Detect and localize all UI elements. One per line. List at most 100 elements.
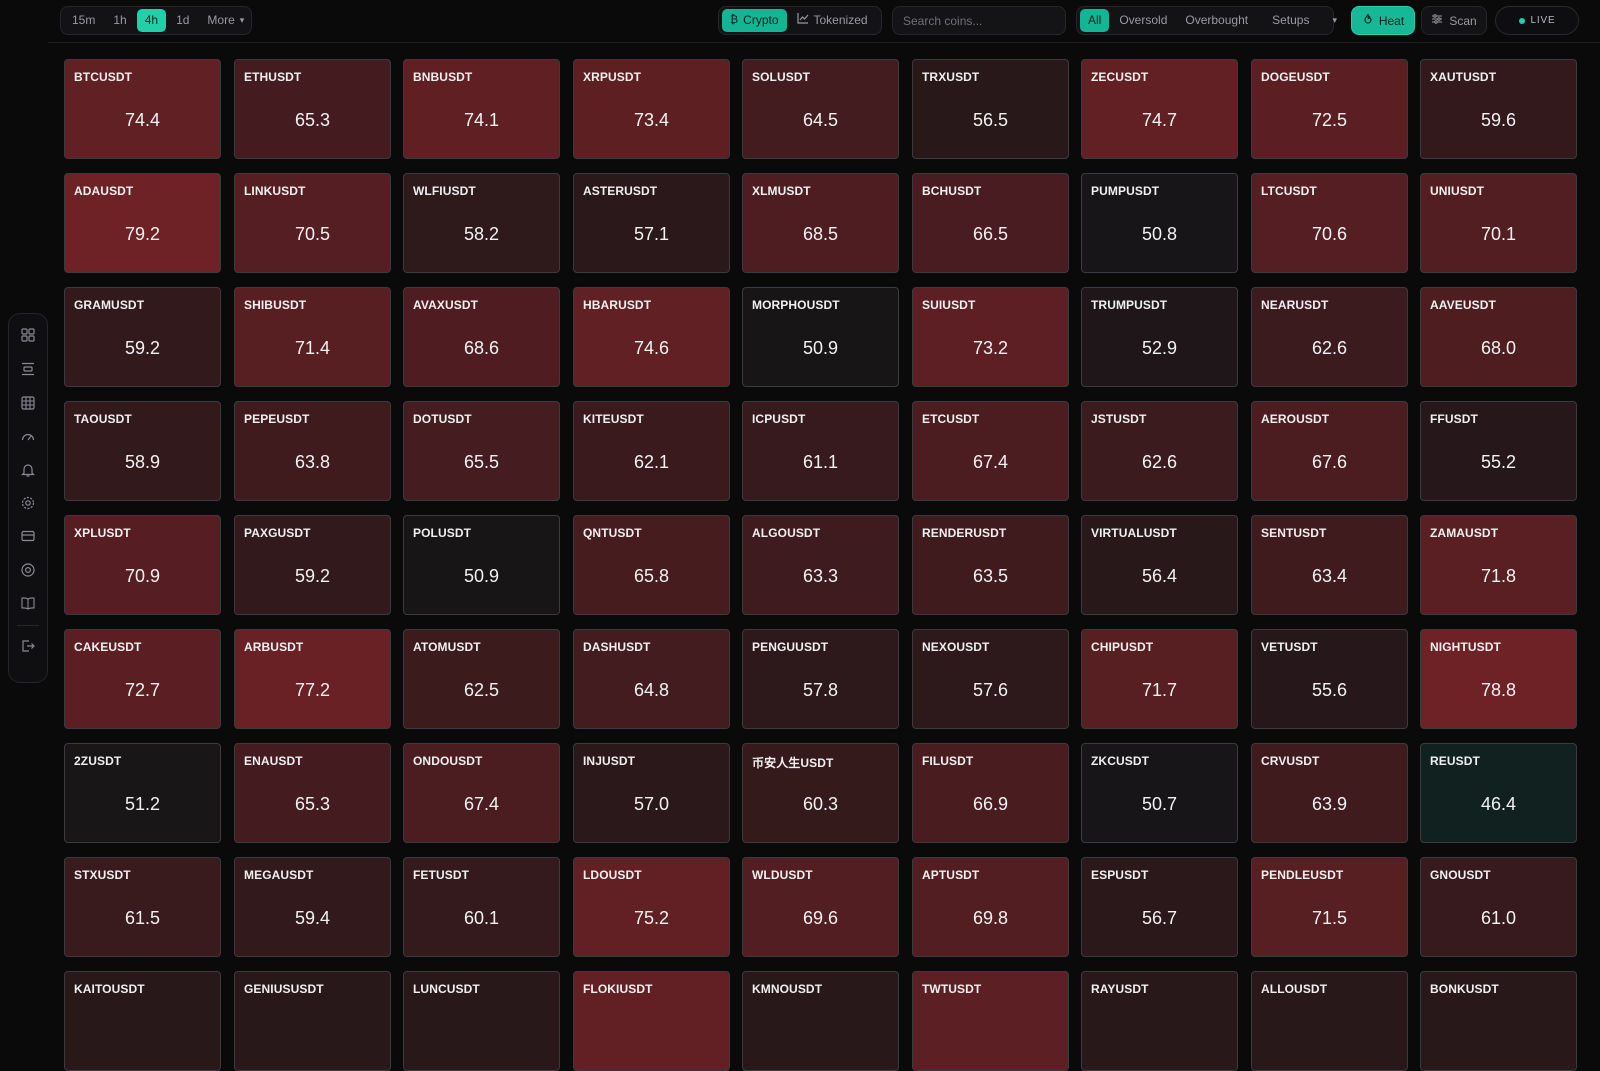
filter-all[interactable]: All (1080, 9, 1110, 32)
timeframe-15m[interactable]: 15m (64, 9, 103, 32)
coin-tile[interactable]: LTCUSDT 70.6 (1251, 173, 1408, 273)
coin-tile[interactable]: 币安人生USDT 60.3 (742, 743, 899, 843)
coin-tile[interactable]: UNIUSDT 70.1 (1420, 173, 1577, 273)
coin-tile[interactable]: PENGUUSDT 57.8 (742, 629, 899, 729)
coin-tile[interactable]: ENAUSDT 65.3 (234, 743, 391, 843)
coin-tile[interactable]: WLFIUSDT 58.2 (403, 173, 560, 273)
coin-tile[interactable]: DASHUSDT 64.8 (573, 629, 730, 729)
timeframe-4h[interactable]: 4h (136, 9, 167, 32)
tokenized-tab[interactable]: Tokenized (789, 9, 876, 32)
coin-tile[interactable]: ETCUSDT 67.4 (912, 401, 1069, 501)
coin-tile[interactable]: PAXGUSDT 59.2 (234, 515, 391, 615)
coin-tile[interactable]: ZAMAUSDT 71.8 (1420, 515, 1577, 615)
align-icon[interactable] (20, 361, 36, 377)
filter-setups-dropdown[interactable]: Setups ▾ (1264, 9, 1345, 32)
coin-tile[interactable]: ICPUSDT 61.1 (742, 401, 899, 501)
coin-tile[interactable]: ZECUSDT 74.7 (1081, 59, 1238, 159)
coin-tile[interactable]: LINKUSDT 70.5 (234, 173, 391, 273)
coin-tile[interactable]: REUSDT 46.4 (1420, 743, 1577, 843)
coin-tile[interactable]: AEROUSDT 67.6 (1251, 401, 1408, 501)
coin-tile[interactable]: AVAXUSDT 68.6 (403, 287, 560, 387)
coin-tile[interactable]: SOLUSDT 64.5 (742, 59, 899, 159)
coin-tile[interactable]: KMNOUSDT (742, 971, 899, 1071)
coin-tile[interactable]: CRVUSDT 63.9 (1251, 743, 1408, 843)
coin-tile[interactable]: TAOUSDT 58.9 (64, 401, 221, 501)
coin-tile[interactable]: XPLUSDT 70.9 (64, 515, 221, 615)
coin-tile[interactable]: DOTUSDT 65.5 (403, 401, 560, 501)
coin-tile[interactable]: NIGHTUSDT 78.8 (1420, 629, 1577, 729)
coin-tile[interactable]: ATOMUSDT 62.5 (403, 629, 560, 729)
coin-tile[interactable]: BTCUSDT 74.4 (64, 59, 221, 159)
coin-tile[interactable]: NEARUSDT 62.6 (1251, 287, 1408, 387)
timeframe-1h[interactable]: 1h (105, 9, 134, 32)
coin-tile[interactable]: ASTERUSDT 57.1 (573, 173, 730, 273)
coin-tile[interactable]: ONDOUSDT 67.4 (403, 743, 560, 843)
coin-tile[interactable]: 2ZUSDT 51.2 (64, 743, 221, 843)
timeframe-more-dropdown[interactable]: More ▾ (199, 9, 252, 32)
coin-tile[interactable]: JSTUSDT 62.6 (1081, 401, 1238, 501)
coin-tile[interactable]: CAKEUSDT 72.7 (64, 629, 221, 729)
coin-tile[interactable]: FLOKIUSDT (573, 971, 730, 1071)
bell-icon[interactable] (20, 462, 36, 478)
heat-button[interactable]: Heat (1351, 6, 1415, 35)
coin-tile[interactable]: HBARUSDT 74.6 (573, 287, 730, 387)
coin-tile[interactable]: VIRTUALUSDT 56.4 (1081, 515, 1238, 615)
search-input[interactable] (892, 6, 1066, 35)
coin-tile[interactable]: LDOUSDT 75.2 (573, 857, 730, 957)
coin-tile[interactable]: PUMPUSDT 50.8 (1081, 173, 1238, 273)
coin-tile[interactable]: PEPEUSDT 63.8 (234, 401, 391, 501)
coin-tile[interactable]: CHIPUSDT 71.7 (1081, 629, 1238, 729)
coin-tile[interactable]: XRPUSDT 73.4 (573, 59, 730, 159)
coin-tile[interactable]: MEGAUSDT 59.4 (234, 857, 391, 957)
coin-tile[interactable]: XLMUSDT 68.5 (742, 173, 899, 273)
coin-tile[interactable]: RENDERUSDT 63.5 (912, 515, 1069, 615)
coin-tile[interactable]: KAITOUSDT (64, 971, 221, 1071)
filter-overbought[interactable]: Overbought (1177, 9, 1256, 32)
coin-tile[interactable]: BCHUSDT 66.5 (912, 173, 1069, 273)
crypto-tab[interactable]: ₿ Crypto (722, 9, 787, 32)
coin-tile[interactable]: ETHUSDT 65.3 (234, 59, 391, 159)
timeframe-1d[interactable]: 1d (168, 9, 197, 32)
coin-tile[interactable]: FFUSDT 55.2 (1420, 401, 1577, 501)
coin-tile[interactable]: ADAUSDT 79.2 (64, 173, 221, 273)
logout-icon[interactable] (20, 638, 36, 654)
coin-tile[interactable]: KITEUSDT 62.1 (573, 401, 730, 501)
coin-tile[interactable]: PENDLEUSDT 71.5 (1251, 857, 1408, 957)
coin-tile[interactable]: VETUSDT 55.6 (1251, 629, 1408, 729)
scan-button[interactable]: Scan (1421, 6, 1487, 35)
coin-tile[interactable]: STXUSDT 61.5 (64, 857, 221, 957)
coin-tile[interactable]: APTUSDT 69.8 (912, 857, 1069, 957)
coin-tile[interactable]: GENIUSUSDT (234, 971, 391, 1071)
coin-tile[interactable]: AAVEUSDT 68.0 (1420, 287, 1577, 387)
coin-tile[interactable]: ALGOUSDT 63.3 (742, 515, 899, 615)
card-icon[interactable] (20, 528, 36, 544)
coin-tile[interactable]: NEXOUSDT 57.6 (912, 629, 1069, 729)
coin-tile[interactable]: ARBUSDT 77.2 (234, 629, 391, 729)
book-icon[interactable] (20, 595, 36, 611)
dashboard-icon[interactable] (20, 327, 36, 343)
coin-tile[interactable]: INJUSDT 57.0 (573, 743, 730, 843)
coin-tile[interactable]: GNOUSDT 61.0 (1420, 857, 1577, 957)
coin-tile[interactable]: LUNCUSDT (403, 971, 560, 1071)
settings-icon[interactable] (20, 495, 36, 511)
coin-tile[interactable]: FETUSDT 60.1 (403, 857, 560, 957)
help-icon[interactable] (20, 562, 36, 578)
grid-icon[interactable] (20, 395, 36, 411)
coin-tile[interactable]: BNBUSDT 74.1 (403, 59, 560, 159)
coin-tile[interactable]: XAUTUSDT 59.6 (1420, 59, 1577, 159)
coin-tile[interactable]: ZKCUSDT 50.7 (1081, 743, 1238, 843)
coin-tile[interactable]: SUIUSDT 73.2 (912, 287, 1069, 387)
coin-tile[interactable]: SENTUSDT 63.4 (1251, 515, 1408, 615)
filter-oversold[interactable]: Oversold (1111, 9, 1175, 32)
gauge-icon[interactable] (20, 429, 36, 445)
coin-tile[interactable]: BONKUSDT (1420, 971, 1577, 1071)
coin-tile[interactable]: GRAMUSDT 59.2 (64, 287, 221, 387)
coin-tile[interactable]: ALLOUSDT (1251, 971, 1408, 1071)
coin-tile[interactable]: MORPHOUSDT 50.9 (742, 287, 899, 387)
coin-tile[interactable]: RAYUSDT (1081, 971, 1238, 1071)
coin-tile[interactable]: FILUSDT 66.9 (912, 743, 1069, 843)
coin-tile[interactable]: TRXUSDT 56.5 (912, 59, 1069, 159)
coin-tile[interactable]: DOGEUSDT 72.5 (1251, 59, 1408, 159)
coin-tile[interactable]: ESPUSDT 56.7 (1081, 857, 1238, 957)
coin-tile[interactable]: QNTUSDT 65.8 (573, 515, 730, 615)
